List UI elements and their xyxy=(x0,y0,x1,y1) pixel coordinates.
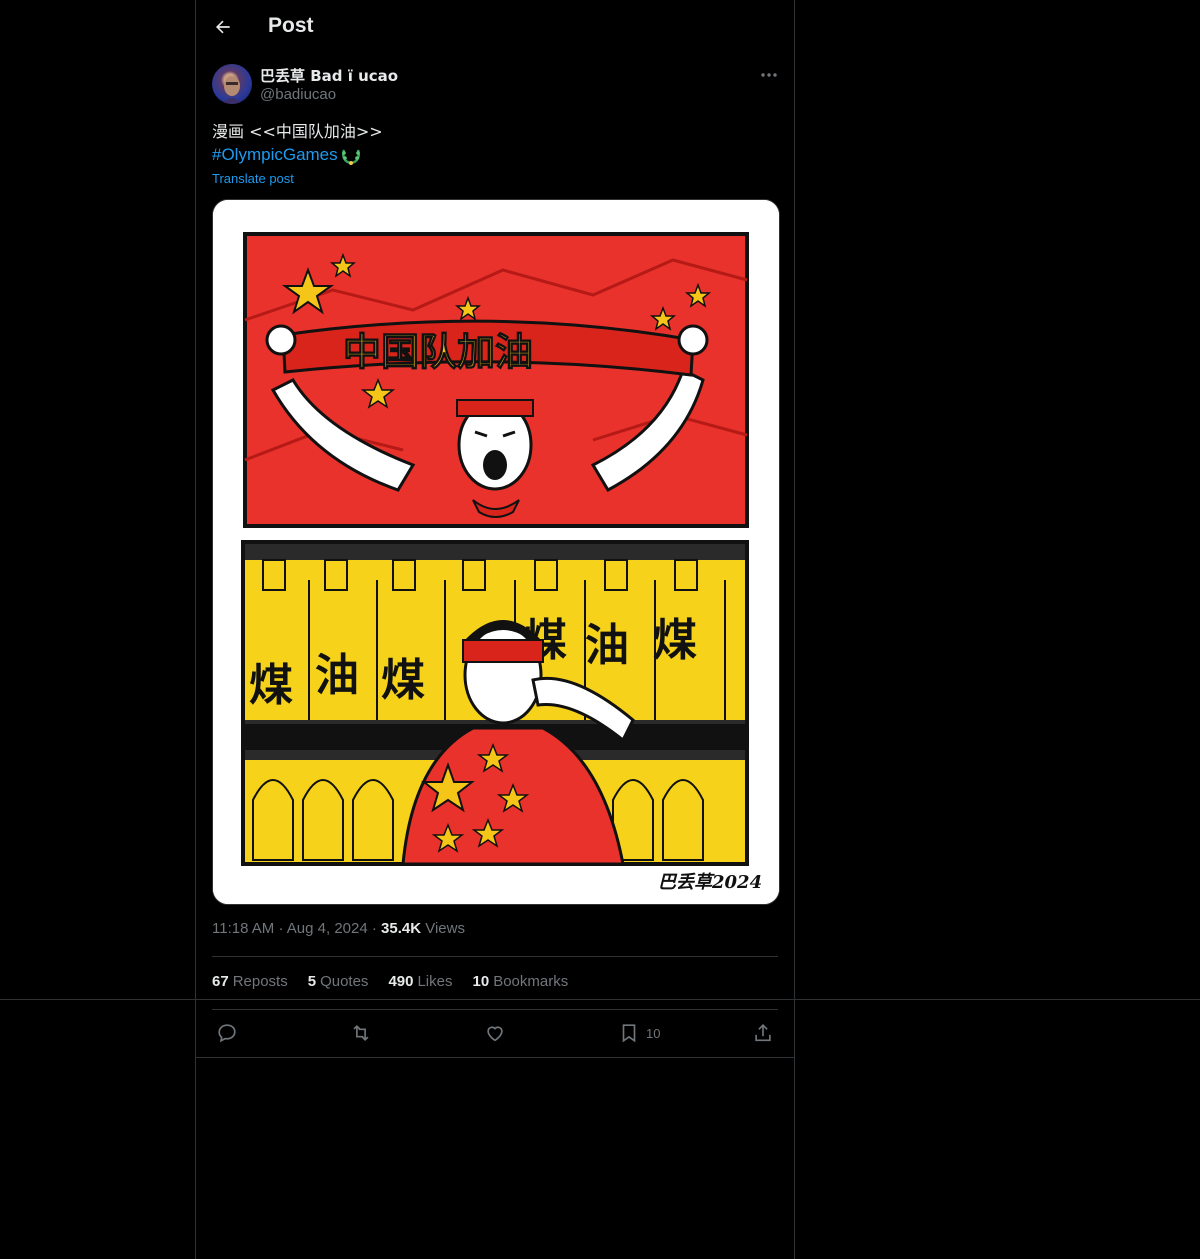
bottle-char-3: 煤 xyxy=(381,655,425,706)
bookmark-icon xyxy=(622,1024,636,1043)
post-date[interactable]: Aug 4, 2024 xyxy=(287,920,368,937)
bookmark-button[interactable]: 10 xyxy=(618,1020,660,1046)
repost-button[interactable] xyxy=(350,1020,372,1046)
views-count: 35.4K xyxy=(381,920,422,937)
divider xyxy=(212,956,778,957)
olympic-laurel-icon xyxy=(341,149,360,165)
heart-icon xyxy=(487,1026,503,1042)
share-button[interactable] xyxy=(752,1020,774,1046)
action-bar: 10 xyxy=(196,1012,794,1056)
share-icon xyxy=(755,1024,771,1042)
back-arrow-icon xyxy=(216,20,230,34)
bookmarks-stat[interactable]: 10 Bookmarks xyxy=(473,973,569,990)
post-time[interactable]: 11:18 AM xyxy=(212,920,274,937)
translate-post-link[interactable]: Translate post xyxy=(212,171,294,186)
divider xyxy=(196,1057,794,1058)
hashtag-line: #OlympicGames xyxy=(212,143,362,167)
bottle-char-1: 煤 xyxy=(249,660,293,711)
reply-icon xyxy=(218,1024,236,1043)
bottle-char-2: 油 xyxy=(315,650,359,701)
reposts-stat[interactable]: 67 Reposts xyxy=(212,973,288,990)
banner-text: 中国队加油 xyxy=(343,330,533,374)
top-bar: Post xyxy=(196,0,794,55)
page-title: Post xyxy=(268,14,314,37)
author-handle[interactable]: @badiucao xyxy=(260,86,336,103)
more-options-button[interactable] xyxy=(756,64,782,86)
cartoon-illustration: 中国队加油 煤 油 煤 煤 油 煤 巴丢草2024 xyxy=(213,200,779,904)
avatar-image xyxy=(222,76,242,104)
likes-stat[interactable]: 490 Likes xyxy=(388,973,452,990)
reply-button[interactable] xyxy=(216,1020,238,1046)
author-name[interactable]: 巴丢草 Bad ï ucao xyxy=(260,65,398,86)
post-text: 漫画 <<中国队加油>> xyxy=(212,122,383,141)
views-label: Views xyxy=(425,920,465,937)
repost-icon xyxy=(353,1024,369,1042)
hashtag-link[interactable]: #OlympicGames xyxy=(212,143,338,167)
post-meta: 11:18 AM · Aug 4, 2024 · 35.4K Views xyxy=(212,920,465,937)
signature-text: 巴丢草2024 xyxy=(658,872,762,893)
post-column: Post 巴丢草 Bad ï ucao @badiucao 漫画 <<中国队加油… xyxy=(195,0,795,1259)
more-dots-icon xyxy=(761,73,777,77)
quotes-stat[interactable]: 5 Quotes xyxy=(308,973,369,990)
avatar[interactable] xyxy=(212,64,252,104)
bottle-char-5: 油 xyxy=(585,620,629,671)
bottle-char-6: 煤 xyxy=(653,615,697,666)
like-button[interactable] xyxy=(484,1020,506,1046)
post-image[interactable]: 中国队加油 煤 油 煤 煤 油 煤 巴丢草2024 xyxy=(212,199,780,905)
back-button[interactable] xyxy=(210,14,236,40)
bookmark-count: 10 xyxy=(646,1025,661,1041)
divider xyxy=(212,1009,778,1010)
engagement-stats: 67 Reposts 5 Quotes 490 Likes 10 Bookmarks xyxy=(212,973,568,990)
